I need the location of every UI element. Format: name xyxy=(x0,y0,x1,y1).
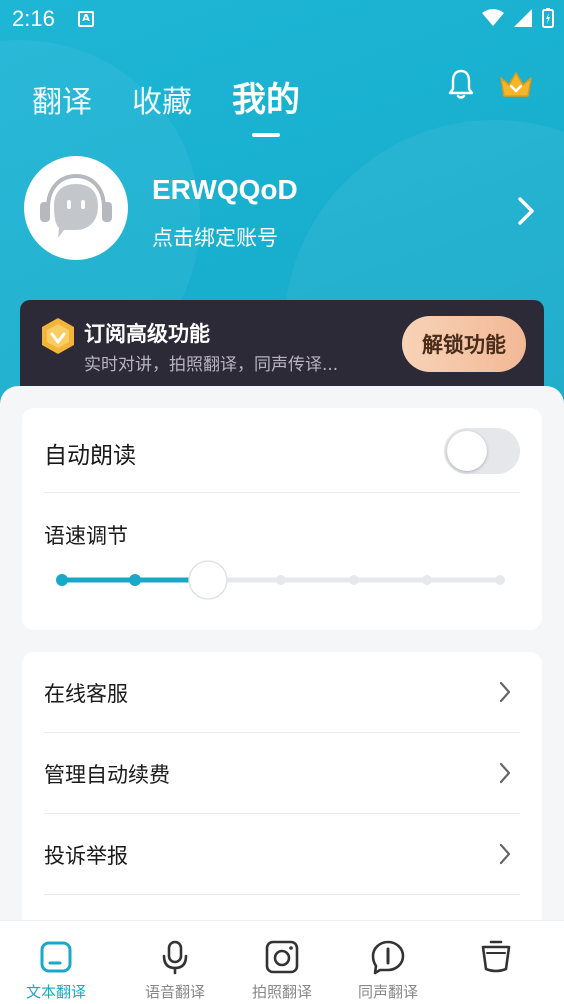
tab-translate[interactable]: 翻译 xyxy=(32,77,92,121)
tab-label: 文本翻译 xyxy=(25,983,86,1001)
tab-voice-translate[interactable]: 语音翻译 xyxy=(119,921,231,1004)
tab-photo-translate[interactable]: 拍照翻译 xyxy=(226,921,338,1004)
tab-text-translate[interactable]: 文本翻译 xyxy=(0,921,112,1004)
menu-item-label: 投诉举报 xyxy=(44,844,128,868)
tab-mine[interactable]: 我的 xyxy=(232,72,300,137)
premium-badge-icon xyxy=(42,318,74,354)
slider-step-dot xyxy=(56,574,68,586)
auto-read-toggle[interactable] xyxy=(444,428,520,474)
wifi-icon xyxy=(482,9,504,26)
status-time: 2:16 xyxy=(12,6,55,31)
top-nav: 翻译 收藏 我的 xyxy=(32,72,300,137)
slider-step-dot xyxy=(276,575,286,585)
tab-more[interactable] xyxy=(440,921,552,1004)
notification-a-icon: A xyxy=(78,11,94,27)
chevron-right-icon xyxy=(499,762,511,784)
bind-account-link[interactable]: 点击绑定账号 xyxy=(152,222,278,252)
slider-step-dot xyxy=(349,575,359,585)
headset-avatar-icon xyxy=(40,173,112,238)
text-translate-icon xyxy=(40,941,72,973)
battery-icon xyxy=(542,8,554,28)
divider xyxy=(44,894,520,895)
toggle-knob xyxy=(447,431,487,471)
playback-settings-card: 自动朗读 语速调节 xyxy=(22,408,542,630)
slider-step-dot xyxy=(495,575,505,585)
subscription-title: 订阅高级功能 xyxy=(84,322,210,346)
status-bar: 2:16 A xyxy=(0,0,564,40)
menu-item-label: 在线客服 xyxy=(44,682,128,706)
speed-label: 语速调节 xyxy=(44,524,128,548)
camera-icon xyxy=(265,940,299,974)
tab-favorites[interactable]: 收藏 xyxy=(132,77,192,121)
subscription-description: 实时对讲，拍照翻译，同声传译... xyxy=(84,355,339,375)
microphone-icon xyxy=(162,940,188,975)
menu-item-report[interactable]: 投诉举报 xyxy=(22,814,542,894)
chevron-right-icon[interactable] xyxy=(514,194,538,228)
cup-icon xyxy=(481,940,511,973)
tab-label: 同声翻译 xyxy=(357,983,418,1001)
profile-section[interactable]: ERWQQoD 点击绑定账号 xyxy=(24,156,544,266)
bell-icon[interactable] xyxy=(446,68,476,100)
slider-step-dot xyxy=(422,575,432,585)
simultaneous-icon xyxy=(371,940,405,975)
slider-step-dot xyxy=(129,574,141,586)
menu-item-manage-renewal[interactable]: 管理自动续费 xyxy=(22,733,542,813)
speed-slider[interactable] xyxy=(56,558,506,602)
status-icons xyxy=(482,8,554,28)
username: ERWQQoD xyxy=(152,174,298,205)
tab-label: 语音翻译 xyxy=(144,983,205,1001)
divider xyxy=(44,492,520,493)
avatar[interactable] xyxy=(24,156,128,260)
subscription-banner[interactable]: 订阅高级功能 实时对讲，拍照翻译，同声传译... 解锁功能 xyxy=(20,300,544,396)
signal-icon xyxy=(514,9,532,27)
menu-item-label: 管理自动续费 xyxy=(44,763,170,787)
menu-item-online-support[interactable]: 在线客服 xyxy=(22,652,542,732)
crown-icon[interactable] xyxy=(498,70,534,100)
slider-thumb[interactable] xyxy=(188,560,228,600)
menu-card: 在线客服 管理自动续费 投诉举报 xyxy=(22,652,542,932)
chevron-right-icon xyxy=(499,681,511,703)
auto-read-label: 自动朗读 xyxy=(44,443,136,469)
unlock-button[interactable]: 解锁功能 xyxy=(402,316,526,372)
tab-label: 拍照翻译 xyxy=(251,983,312,1001)
bottom-tab-bar: 文本翻译 语音翻译 拍照翻译 同声翻译 xyxy=(0,920,564,1004)
tab-simultaneous-translate[interactable]: 同声翻译 xyxy=(332,921,444,1004)
chevron-right-icon xyxy=(499,843,511,865)
